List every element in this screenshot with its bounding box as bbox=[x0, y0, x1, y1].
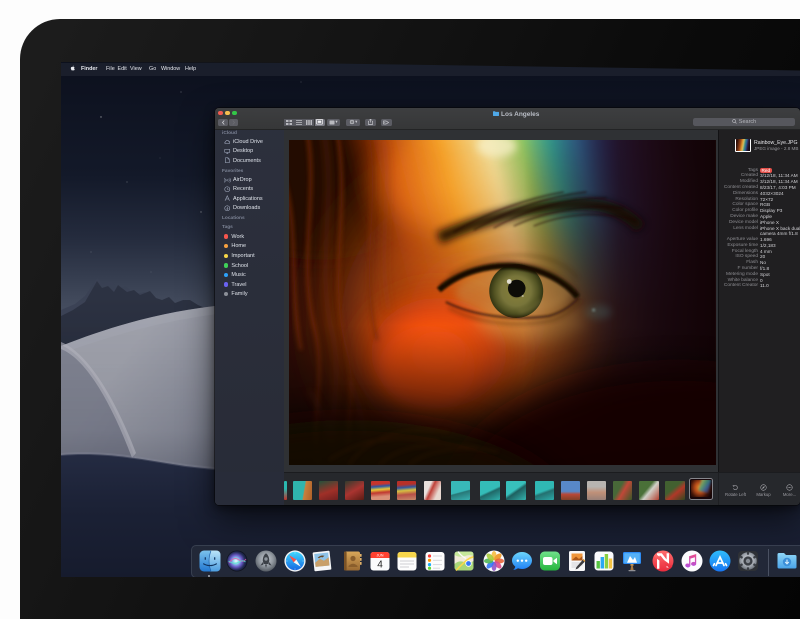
svg-text:JUN: JUN bbox=[376, 554, 383, 558]
svg-text:4: 4 bbox=[377, 560, 383, 571]
